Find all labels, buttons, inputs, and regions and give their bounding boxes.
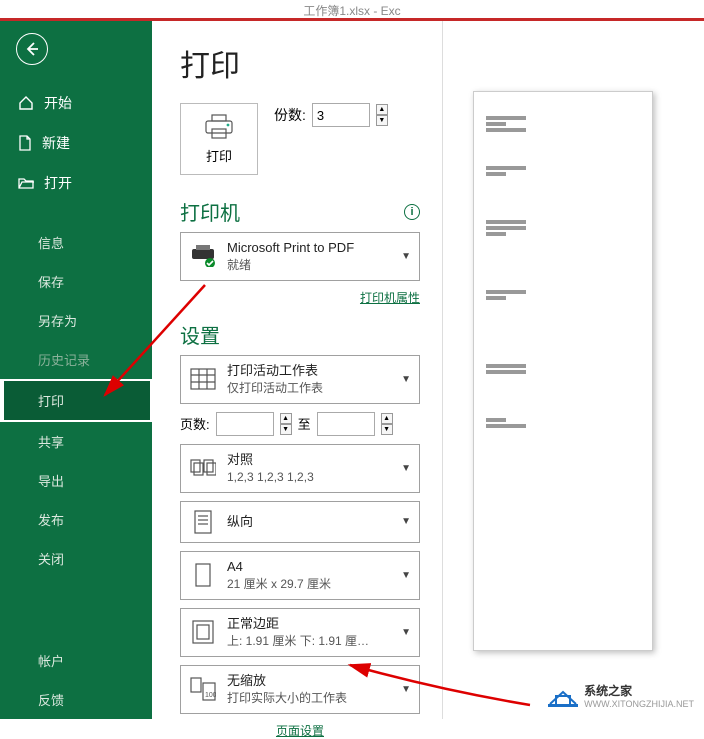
- page-icon: [189, 561, 217, 589]
- print-preview-panel: [442, 21, 704, 719]
- sidebar-label: 打印: [38, 391, 64, 410]
- collate-dropdown[interactable]: 对照1,2,3 1,2,3 1,2,3 ▼: [180, 444, 420, 493]
- sidebar-item-share[interactable]: 共享: [0, 422, 152, 461]
- watermark-logo-icon: [548, 684, 578, 708]
- sidebar-label: 导出: [38, 471, 64, 490]
- margins-sub: 上: 1.91 厘米 下: 1.91 厘…: [227, 633, 391, 650]
- orientation-title: 纵向: [227, 513, 391, 531]
- printer-info-icon[interactable]: i: [404, 204, 420, 220]
- chevron-down-icon: ▼: [401, 516, 411, 527]
- preview-page: [473, 91, 653, 651]
- back-button[interactable]: [16, 33, 48, 65]
- back-arrow-icon: [24, 41, 40, 57]
- printer-dropdown[interactable]: Microsoft Print to PDF 就绪 ▼: [180, 232, 420, 281]
- sidebar-item-info[interactable]: 信息: [0, 223, 152, 262]
- scaling-dropdown[interactable]: 100 无缩放打印实际大小的工作表 ▼: [180, 665, 420, 714]
- sidebar-label: 发布: [38, 510, 64, 529]
- sidebar-item-publish[interactable]: 发布: [0, 500, 152, 539]
- sidebar-label: 历史记录: [38, 350, 90, 369]
- sidebar-label: 新建: [42, 133, 70, 153]
- collate-icon: [189, 454, 217, 482]
- chevron-down-icon: ▼: [401, 627, 411, 638]
- sidebar-item-account[interactable]: 帐户: [0, 641, 152, 680]
- sidebar-label: 关闭: [38, 549, 64, 568]
- chevron-down-icon: ▼: [401, 374, 411, 385]
- sidebar-item-home[interactable]: 开始: [0, 83, 152, 123]
- printer-status-icon: [189, 242, 217, 270]
- sidebar-item-save[interactable]: 保存: [0, 262, 152, 301]
- settings-section-title: 设置: [180, 320, 420, 349]
- chevron-down-icon: ▼: [401, 463, 411, 474]
- print-button-label: 打印: [206, 146, 232, 165]
- pages-to-input[interactable]: [317, 412, 375, 436]
- chevron-down-icon: ▼: [401, 684, 411, 695]
- pages-label: 页数:: [180, 414, 210, 433]
- watermark-name: 系统之家: [584, 682, 694, 699]
- paper-sub: 21 厘米 x 29.7 厘米: [227, 576, 391, 593]
- printer-icon: [204, 114, 234, 140]
- worksheet-icon: [189, 365, 217, 393]
- copies-up-button[interactable]: ▲: [376, 104, 388, 115]
- print-what-title: 打印活动工作表: [227, 362, 391, 380]
- pages-from-input[interactable]: [216, 412, 274, 436]
- copies-label: 份数:: [274, 105, 306, 125]
- printer-status: 就绪: [227, 257, 391, 274]
- home-icon: [18, 95, 34, 111]
- pages-from-down[interactable]: ▼: [280, 424, 292, 435]
- print-button[interactable]: 打印: [180, 103, 258, 175]
- margins-title: 正常边距: [227, 615, 391, 633]
- chevron-down-icon: ▼: [401, 570, 411, 581]
- sidebar-item-new[interactable]: 新建: [0, 123, 152, 163]
- sidebar-label: 开始: [44, 93, 72, 113]
- watermark-url: WWW.XITONGZHIJIA.NET: [584, 699, 694, 709]
- copies-down-button[interactable]: ▼: [376, 115, 388, 126]
- pages-from-up[interactable]: ▲: [280, 413, 292, 424]
- sidebar-label: 打开: [44, 173, 72, 193]
- printer-name: Microsoft Print to PDF: [227, 239, 391, 257]
- titlebar: 工作簿1.xlsx - Exc: [0, 0, 704, 18]
- scaling-icon: 100: [189, 675, 217, 703]
- sidebar-label: 另存为: [38, 311, 77, 330]
- print-settings-panel: 打印 打印 份数: ▲ ▼: [152, 21, 442, 719]
- sidebar-item-open[interactable]: 打开: [0, 163, 152, 203]
- paper-size-dropdown[interactable]: A421 厘米 x 29.7 厘米 ▼: [180, 551, 420, 600]
- paper-title: A4: [227, 558, 391, 576]
- chevron-down-icon: ▼: [401, 251, 411, 262]
- copies-input[interactable]: [312, 103, 370, 127]
- backstage-sidebar: 开始 新建 打开 信息 保存 另存为 历史记录 打印 共享 导出 发布 关闭 帐…: [0, 21, 152, 719]
- portrait-icon: [189, 508, 217, 536]
- orientation-dropdown[interactable]: 纵向 ▼: [180, 501, 420, 543]
- sidebar-label: 保存: [38, 272, 64, 291]
- scaling-title: 无缩放: [227, 672, 391, 690]
- sidebar-item-export[interactable]: 导出: [0, 461, 152, 500]
- margins-dropdown[interactable]: 正常边距上: 1.91 厘米 下: 1.91 厘… ▼: [180, 608, 420, 657]
- folder-open-icon: [18, 176, 34, 190]
- watermark: 系统之家 WWW.XITONGZHIJIA.NET: [548, 682, 694, 709]
- print-what-dropdown[interactable]: 打印活动工作表仅打印活动工作表 ▼: [180, 355, 420, 404]
- page-title: 打印: [180, 41, 420, 85]
- sidebar-label: 共享: [38, 432, 64, 451]
- sidebar-item-feedback[interactable]: 反馈: [0, 680, 152, 719]
- sidebar-label: 信息: [38, 233, 64, 252]
- sidebar-item-history[interactable]: 历史记录: [0, 340, 152, 379]
- page-setup-link[interactable]: 页面设置: [180, 722, 420, 739]
- pages-to-up[interactable]: ▲: [381, 413, 393, 424]
- collate-sub: 1,2,3 1,2,3 1,2,3: [227, 469, 391, 486]
- pages-to-down[interactable]: ▼: [381, 424, 393, 435]
- sidebar-label: 帐户: [38, 651, 64, 670]
- scaling-sub: 打印实际大小的工作表: [227, 690, 391, 707]
- print-what-sub: 仅打印活动工作表: [227, 380, 391, 397]
- file-icon: [18, 135, 32, 151]
- sidebar-item-print[interactable]: 打印: [0, 379, 152, 422]
- sidebar-item-close[interactable]: 关闭: [0, 539, 152, 578]
- margins-icon: [189, 618, 217, 646]
- collate-title: 对照: [227, 451, 391, 469]
- printer-properties-link[interactable]: 打印机属性: [180, 289, 420, 306]
- sidebar-item-saveas[interactable]: 另存为: [0, 301, 152, 340]
- printer-section-title: 打印机: [180, 197, 240, 226]
- pages-to-label: 至: [298, 414, 311, 433]
- svg-text:100: 100: [205, 692, 216, 699]
- sidebar-label: 反馈: [38, 690, 64, 709]
